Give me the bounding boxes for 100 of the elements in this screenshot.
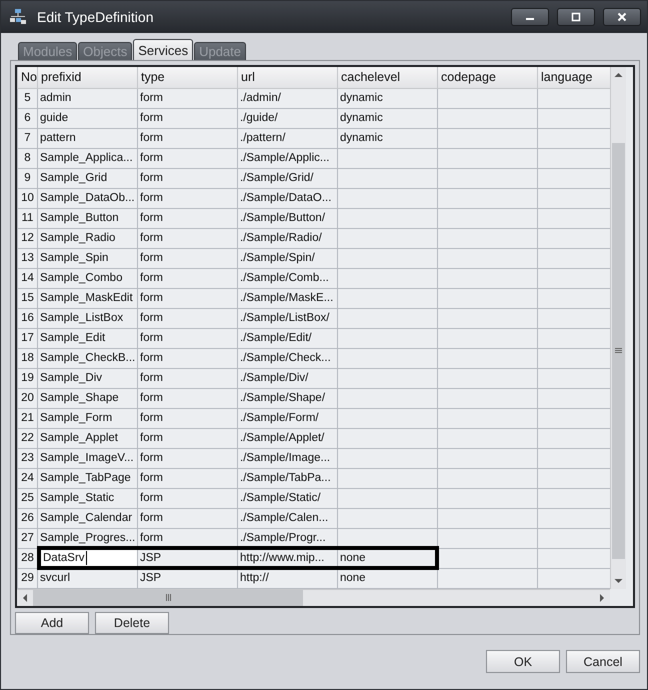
- row-number: 10: [18, 188, 38, 208]
- row-number: 12: [18, 228, 38, 248]
- row-number: 18: [18, 348, 38, 368]
- column-header[interactable]: url: [238, 67, 338, 88]
- table-cell: ./Sample/Applic...: [238, 148, 338, 168]
- table-cell: ./pattern/: [238, 128, 338, 148]
- table-cell: Sample_Calendar: [38, 508, 138, 528]
- row-number: 20: [18, 388, 38, 408]
- table-cell: Sample_Spin: [38, 248, 138, 268]
- table-cell: ./Sample/Applet/: [238, 428, 338, 448]
- scroll-thumb[interactable]: [33, 590, 303, 606]
- table-cell: pattern: [38, 128, 138, 148]
- minimize-button[interactable]: [511, 8, 549, 26]
- column-header[interactable]: No: [18, 67, 38, 88]
- table-cell: ./Sample/Grid/: [238, 168, 338, 188]
- table-cell: ./admin/: [238, 88, 338, 108]
- table-cell: Sample_TabPage: [38, 468, 138, 488]
- row-number: 28: [18, 548, 38, 568]
- table-cell: form: [138, 488, 238, 508]
- dialog-button[interactable]: OK: [486, 650, 560, 673]
- row-number: 21: [18, 408, 38, 428]
- table-cell: ./Sample/Spin/: [238, 248, 338, 268]
- column-header[interactable]: codepage: [438, 67, 538, 88]
- table-cell: dynamic: [338, 128, 438, 148]
- table-cell: ./Sample/Image...: [238, 448, 338, 468]
- table-cell: dynamic: [338, 88, 438, 108]
- table-cell: form: [138, 168, 238, 188]
- table-cell: form: [138, 88, 238, 108]
- table-cell: form: [138, 148, 238, 168]
- table-cell: Sample_Grid: [38, 168, 138, 188]
- table-cell: ./Sample/Button/: [238, 208, 338, 228]
- row-number: 25: [18, 488, 38, 508]
- column-header[interactable]: prefixid: [38, 67, 138, 88]
- table-cell: form: [138, 188, 238, 208]
- table-cell: Sample_Form: [38, 408, 138, 428]
- row-number: 14: [18, 268, 38, 288]
- table-cell: form: [138, 348, 238, 368]
- scroll-thumb[interactable]: [612, 143, 625, 558]
- row-number: 24: [18, 468, 38, 488]
- table-cell: Sample_Radio: [38, 228, 138, 248]
- maximize-icon: [571, 12, 581, 22]
- table-cell: Sample_DataOb...: [38, 188, 138, 208]
- row-number: 9: [18, 168, 38, 188]
- table-cell: ./Sample/Check...: [238, 348, 338, 368]
- table-cell: form: [138, 428, 238, 448]
- table-cell: admin: [38, 88, 138, 108]
- row-number: 16: [18, 308, 38, 328]
- table-cell: Sample_Div: [38, 368, 138, 388]
- table-cell: form: [138, 508, 238, 528]
- column-header[interactable]: type: [138, 67, 238, 88]
- row-number: 13: [18, 248, 38, 268]
- table-cell: dynamic: [338, 108, 438, 128]
- table-cell: ./Sample/MaskE...: [238, 288, 338, 308]
- tab[interactable]: Services: [133, 39, 194, 60]
- row-number: 22: [18, 428, 38, 448]
- table-cell: form: [138, 108, 238, 128]
- table-cell: Sample_ListBox: [38, 308, 138, 328]
- table-cell: Sample_Shape: [38, 388, 138, 408]
- row-number: 6: [18, 108, 38, 128]
- row-number: 26: [18, 508, 38, 528]
- row-number: 27: [18, 528, 38, 548]
- table-cell: ./Sample/ListBox/: [238, 308, 338, 328]
- table-cell: form: [138, 308, 238, 328]
- table-cell: Sample_Combo: [38, 268, 138, 288]
- table-cell: ./Sample/Form/: [238, 408, 338, 428]
- table-cell: guide: [38, 108, 138, 128]
- table-cell: form: [138, 128, 238, 148]
- table-cell: Sample_Edit: [38, 328, 138, 348]
- table-cell: form: [138, 328, 238, 348]
- close-button[interactable]: [603, 8, 641, 26]
- horizontal-scrollbar[interactable]: [17, 588, 610, 606]
- table-cell: form: [138, 208, 238, 228]
- row-number: 23: [18, 448, 38, 468]
- row-number: 29: [18, 568, 38, 588]
- table-cell: Sample_Applet: [38, 428, 138, 448]
- maximize-button[interactable]: [557, 8, 595, 26]
- table-cell: ./Sample/TabPa...: [238, 468, 338, 488]
- table-cell: Sample_CheckB...: [38, 348, 138, 368]
- table-cell: form: [138, 448, 238, 468]
- table-cell: ./Sample/Shape/: [238, 388, 338, 408]
- table-cell: Sample_Applica...: [38, 148, 138, 168]
- column-header[interactable]: cachelevel: [338, 67, 438, 88]
- row-number: 7: [18, 128, 38, 148]
- table-cell: Sample_MaskEdit: [38, 288, 138, 308]
- dialog-button[interactable]: Cancel: [566, 650, 640, 673]
- grid-button[interactable]: Delete: [95, 612, 169, 634]
- table-cell: form: [138, 408, 238, 428]
- column-header[interactable]: language: [538, 67, 610, 88]
- grid-button[interactable]: Add: [15, 612, 89, 634]
- row-number: 15: [18, 288, 38, 308]
- row-number: 11: [18, 208, 38, 228]
- row-number: 17: [18, 328, 38, 348]
- table-cell: form: [138, 248, 238, 268]
- table-cell: form: [138, 268, 238, 288]
- table-cell: ./guide/: [238, 108, 338, 128]
- table-cell: Sample_Static: [38, 488, 138, 508]
- window-title: Edit TypeDefinition: [37, 9, 154, 25]
- vertical-scrollbar[interactable]: [610, 67, 626, 588]
- table-cell: form: [138, 468, 238, 488]
- table-cell: form: [138, 288, 238, 308]
